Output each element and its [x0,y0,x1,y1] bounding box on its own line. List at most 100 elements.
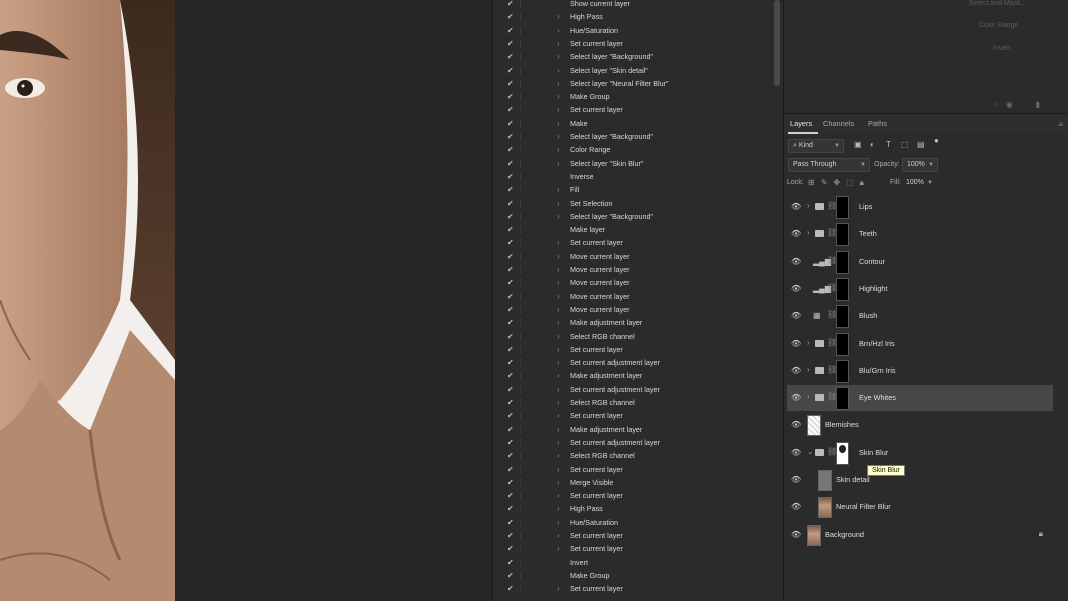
layer-mask-thumbnail[interactable] [836,441,849,465]
chevron-right-icon[interactable]: › [557,436,560,449]
dialog-toggle[interactable] [520,532,521,540]
layer-mask-thumbnail[interactable] [836,305,849,329]
chevron-right-icon[interactable]: › [557,316,560,329]
checkmark-icon[interactable]: ✔ [507,50,514,63]
trash-icon[interactable]: ▮ [1036,100,1049,109]
action-row[interactable]: ✔ Invert [493,556,773,569]
dialog-toggle[interactable] [520,478,521,487]
dialog-toggle[interactable] [520,558,521,567]
action-row[interactable]: ✔ › High Pass [493,10,773,23]
action-row[interactable]: ✔ Make Group [493,569,773,582]
action-row[interactable]: ✔ › Select layer "Neural Filter Blur" [493,77,773,90]
layer-mask-thumbnail[interactable] [836,250,849,274]
chevron-right-icon[interactable]: › [807,392,810,401]
action-row[interactable]: ✔ › Select layer "Skin Blur" [493,157,773,170]
action-row[interactable]: ✔ › Set current layer [493,582,773,595]
document-canvas-photo[interactable] [0,0,175,601]
invert-button[interactable]: Invert [993,45,1011,52]
dialog-toggle[interactable] [520,332,521,341]
layer-mask-thumbnail[interactable] [836,332,849,356]
dialog-toggle[interactable] [520,199,521,208]
lock-artboard-icon[interactable]: ⬚ [846,178,860,187]
chevron-right-icon[interactable]: › [557,263,560,276]
color-range-button[interactable]: Color Range [979,22,1018,29]
chevron-right-icon[interactable]: › [557,423,560,436]
layer-row[interactable]: 👁︎ ▦ ⛓︎ Blush [787,303,1053,329]
dialog-toggle[interactable] [520,53,521,62]
action-row[interactable]: ✔ › Move current layer [493,263,773,276]
dialog-toggle[interactable] [520,66,521,75]
checkmark-icon[interactable]: ✔ [507,157,514,170]
dialog-toggle[interactable] [520,13,521,22]
visibility-eye-icon[interactable]: 👁︎ [791,502,801,511]
dialog-toggle[interactable] [520,26,521,35]
panel-menu-icon[interactable]: ≡ [1058,120,1063,129]
chevron-down-icon[interactable]: ⌄ [807,447,814,456]
layer-mask-thumbnail[interactable] [836,196,849,219]
chevron-right-icon[interactable]: › [557,502,560,515]
chevron-right-icon[interactable]: › [557,143,560,156]
dialog-toggle[interactable] [520,0,521,8]
dialog-toggle[interactable] [520,305,521,314]
chevron-right-icon[interactable]: › [557,130,560,143]
dialog-toggle[interactable] [520,492,521,501]
dialog-toggle[interactable] [520,79,521,88]
frame-icon[interactable]: ▫ [994,100,1006,109]
eye-icon[interactable]: ◌ [1022,100,1036,109]
dialog-toggle[interactable] [520,465,521,474]
actions-panel[interactable]: ✔ Show current layer ✔ › High Pass ✔ › Hue/Satu… [492,0,783,601]
chevron-right-icon[interactable]: › [557,117,560,130]
layer-row[interactable]: 👁︎ ▂▄▆ ⛓︎ Highlight [787,276,1053,302]
visibility-eye-icon[interactable]: 👁︎ [791,366,801,375]
dialog-toggle[interactable] [520,571,521,580]
dialog-toggle[interactable] [520,172,521,181]
layer-row[interactable]: 👁︎ ▂▄▆ ⛓︎ Contour [787,249,1053,275]
action-row[interactable]: ✔ › Set current adjustment layer [493,383,773,396]
fx-icon[interactable]: ◉ [1006,100,1022,109]
checkmark-icon[interactable]: ✔ [507,569,514,582]
checkmark-icon[interactable]: ✔ [507,516,514,529]
action-row[interactable]: ✔ › Make Group [493,90,773,103]
chevron-right-icon[interactable]: › [557,197,560,210]
filter-kind-dropdown[interactable]: ⌕ Kind ▼ [788,139,844,153]
visibility-eye-icon[interactable]: 👁︎ [791,284,801,293]
action-row[interactable]: ✔ › Select layer "Background" [493,50,773,63]
chevron-right-icon[interactable]: › [807,338,810,347]
layer-row[interactable]: 👁︎ 🔒︎ Background [787,522,1053,548]
chevron-right-icon[interactable]: › [557,383,560,396]
checkmark-icon[interactable]: ✔ [507,489,514,502]
checkmark-icon[interactable]: ✔ [507,117,514,130]
dialog-toggle[interactable] [520,518,521,527]
checkmark-icon[interactable]: ✔ [507,183,514,196]
chevron-right-icon[interactable]: › [557,529,560,542]
chevron-right-icon[interactable]: › [557,369,560,382]
layer-row[interactable]: 👁︎ › ⛓︎ Blu/Grn Iris [787,358,1053,384]
dialog-toggle[interactable] [520,159,521,168]
layer-row[interactable]: 👁︎ › ⛓︎ Lips [787,194,1053,220]
action-row[interactable]: ✔ › Move current layer [493,290,773,303]
lock-all-icon[interactable]: 🔒︎ [860,178,870,187]
chevron-right-icon[interactable]: › [557,343,560,356]
layer-mask-thumbnail[interactable] [836,277,849,301]
chevron-right-icon[interactable]: › [557,303,560,316]
actions-scrollbar[interactable] [774,0,780,86]
action-row[interactable]: ✔ › Set current layer [493,103,773,116]
action-row[interactable]: ✔ › Select layer "Background" [493,130,773,143]
chevron-right-icon[interactable]: › [557,542,560,555]
dialog-toggle[interactable] [520,239,521,248]
chevron-right-icon[interactable]: › [557,582,560,595]
visibility-eye-icon[interactable]: 👁︎ [791,448,801,457]
dialog-toggle[interactable] [520,399,521,407]
chevron-right-icon[interactable]: › [807,201,810,210]
action-row[interactable]: ✔ › Move current layer [493,303,773,316]
action-row[interactable]: ✔ Show current layer [493,0,773,10]
checkmark-icon[interactable]: ✔ [507,356,514,369]
action-row[interactable]: ✔ › Select layer "Background" [493,210,773,223]
checkmark-icon[interactable]: ✔ [507,37,514,50]
action-row[interactable]: ✔ › Set Selection [493,197,773,210]
checkmark-icon[interactable]: ✔ [507,24,514,37]
layer-row[interactable]: 👁︎ › ⛓︎ Eye Whites [787,385,1053,412]
dialog-toggle[interactable] [520,93,521,102]
dialog-toggle[interactable] [520,359,521,368]
dialog-toggle[interactable] [520,292,521,301]
